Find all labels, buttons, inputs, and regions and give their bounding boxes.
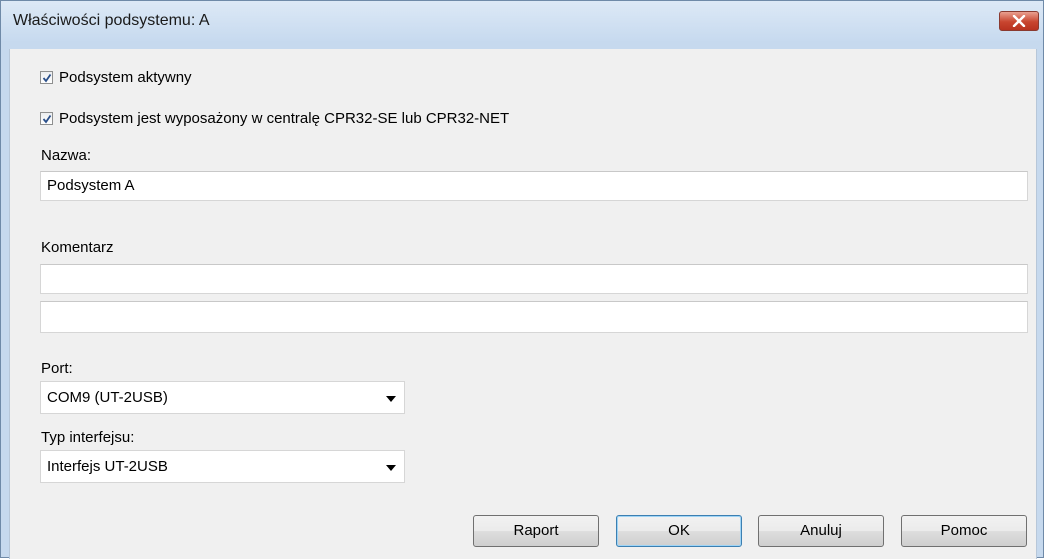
name-input[interactable]: Podsystem A — [40, 171, 1028, 201]
central-checkbox[interactable] — [40, 112, 53, 125]
name-label: Nazwa: — [41, 147, 92, 164]
interface-select[interactable]: Interfejs UT-2USB — [40, 450, 405, 483]
checkmark-icon — [42, 114, 51, 123]
port-select[interactable]: COM9 (UT-2USB) — [40, 381, 405, 414]
comment-label: Komentarz — [41, 239, 114, 256]
interface-selected-value: Interfejs UT-2USB — [47, 458, 168, 475]
chevron-down-icon[interactable] — [386, 396, 396, 402]
help-button[interactable]: Pomoc — [901, 515, 1027, 547]
comment-line1-input[interactable] — [40, 264, 1028, 294]
ok-button[interactable]: OK — [616, 515, 742, 547]
dialog-content: Podsystem aktywny Podsystem jest wyposaż… — [9, 49, 1037, 559]
comment-line2-input[interactable] — [40, 301, 1028, 333]
chevron-down-icon[interactable] — [386, 465, 396, 471]
active-checkbox[interactable] — [40, 71, 53, 84]
close-icon — [1012, 15, 1026, 27]
close-button[interactable] — [999, 11, 1039, 31]
checkmark-icon — [42, 73, 51, 82]
central-checkbox-label: Podsystem jest wyposażony w centralę CPR… — [59, 110, 510, 127]
window-title: Właściwości podsystemu: A — [13, 12, 210, 29]
title-bar[interactable]: Właściwości podsystemu: A — [1, 1, 1043, 41]
port-selected-value: COM9 (UT-2USB) — [47, 389, 168, 406]
cancel-button[interactable]: Anuluj — [758, 515, 884, 547]
port-label: Port: — [41, 360, 73, 377]
dialog-window: Właściwości podsystemu: A Podsystem akty… — [0, 0, 1044, 559]
central-checkbox-row[interactable]: Podsystem jest wyposażony w centralę CPR… — [40, 110, 509, 127]
interface-label: Typ interfejsu: — [41, 429, 135, 446]
active-checkbox-row[interactable]: Podsystem aktywny — [40, 69, 192, 86]
report-button[interactable]: Raport — [473, 515, 599, 547]
active-checkbox-label: Podsystem aktywny — [59, 69, 192, 86]
